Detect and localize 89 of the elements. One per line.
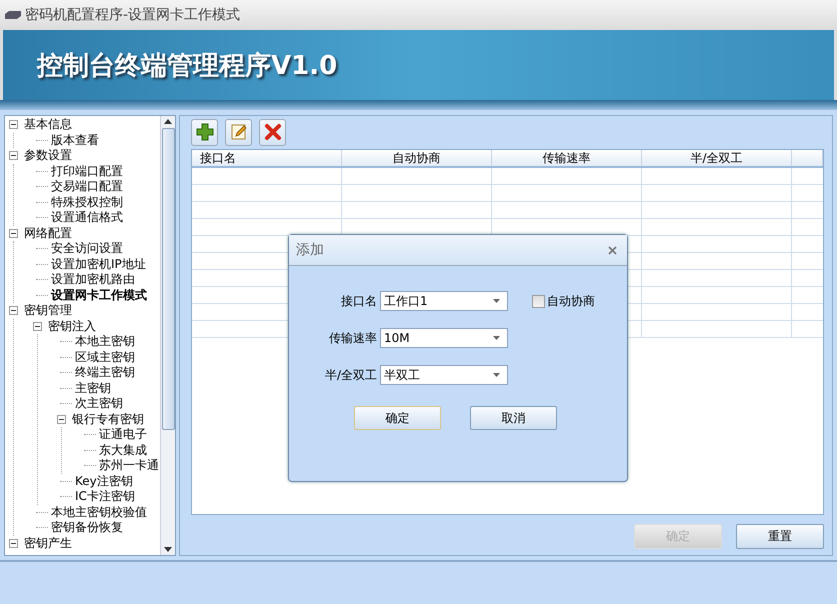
checkbox[interactable]: [532, 294, 545, 308]
column-header[interactable]: 传输速率: [492, 150, 642, 166]
plus-icon: [196, 123, 214, 141]
pencil-icon: [230, 123, 248, 141]
action-button[interactable]: 重置: [736, 524, 824, 549]
dialog-button[interactable]: 确定: [354, 406, 441, 430]
tree-item[interactable]: 安全访问设置: [51, 241, 123, 256]
banner-title: 控制台终端管理程序V1.0: [37, 50, 338, 82]
tree-item[interactable]: 终端主密钥: [75, 365, 135, 380]
tree-item[interactable]: 密钥管理: [24, 303, 72, 318]
collapse-icon[interactable]: [9, 306, 18, 316]
tree-item[interactable]: 打印端口配置: [51, 164, 123, 179]
tree-connector: [60, 496, 72, 498]
tree-connector: [36, 140, 48, 141]
close-icon[interactable]: [608, 246, 617, 254]
window-title: 密码机配置程序-设置网卡工作模式: [25, 6, 240, 24]
dialog-title: 添加: [296, 241, 324, 259]
tree-connector: [36, 186, 48, 188]
tree-item[interactable]: 设置加密机路由: [51, 272, 135, 288]
tree-connector: [36, 527, 48, 528]
field-label: 传输速率: [328, 330, 378, 346]
dropdown-arrow-icon[interactable]: [493, 373, 500, 377]
tree-connector: [60, 356, 72, 358]
tree-item[interactable]: 主密钥: [75, 380, 111, 396]
tree-item[interactable]: 银行专有密钥: [72, 412, 144, 427]
app-icon: [5, 11, 21, 19]
tree-item[interactable]: 版本查看: [51, 132, 99, 148]
collapse-icon[interactable]: [9, 538, 18, 548]
checkbox-label[interactable]: 自动协商: [547, 292, 595, 310]
add-button[interactable]: [191, 118, 218, 146]
dropdown-arrow-icon[interactable]: [493, 299, 500, 303]
scroll-down-icon[interactable]: [164, 547, 172, 552]
tree-connector: [60, 372, 72, 374]
dropdown-field[interactable]: 10M: [380, 328, 508, 348]
tree-connector: [60, 480, 72, 482]
edit-button[interactable]: [225, 118, 252, 146]
tree-connector: [36, 217, 48, 218]
tree-item[interactable]: 设置加密机IP地址: [51, 256, 146, 272]
scroll-thumb[interactable]: [162, 128, 174, 430]
collapse-icon[interactable]: [9, 151, 18, 160]
tree-item[interactable]: 特殊授权控制: [51, 194, 123, 210]
tree-item[interactable]: 区域主密钥: [75, 350, 135, 365]
delete-icon: [264, 123, 282, 141]
tree-item[interactable]: 证通电子: [99, 427, 147, 442]
scroll-up-icon[interactable]: [164, 119, 172, 124]
tree-item[interactable]: IC卡注密钥: [75, 489, 135, 504]
column-header[interactable]: 接口名: [192, 150, 342, 166]
scrollbar[interactable]: [160, 116, 175, 555]
tree-connector: [84, 450, 96, 451]
tree-connector: [36, 512, 48, 513]
tree-connector: [60, 388, 72, 389]
tree-item[interactable]: 网络配置: [24, 226, 72, 241]
tree-item[interactable]: 本地主密钥: [75, 334, 135, 350]
tree-item[interactable]: 基本信息: [24, 117, 72, 132]
dropdown-field[interactable]: 半双工: [380, 365, 508, 385]
tree-item[interactable]: 东大集成: [99, 442, 147, 458]
tree-connector: [36, 202, 48, 203]
field-label: 半/全双工: [324, 366, 378, 384]
tree-item[interactable]: 密钥产生: [24, 536, 72, 551]
tree-connector: [36, 170, 48, 172]
tree-item[interactable]: 密钥备份恢复: [51, 520, 123, 536]
collapse-icon[interactable]: [9, 228, 18, 238]
field-label: 接口名: [340, 292, 378, 310]
column-header[interactable]: 半/全双工: [642, 150, 792, 166]
tree-connector: [60, 403, 72, 404]
tree-item[interactable]: 次主密钥: [75, 396, 123, 412]
collapse-icon[interactable]: [9, 120, 18, 130]
tree-item[interactable]: 参数设置: [24, 148, 72, 164]
tree-item[interactable]: 本地主密钥校验值: [51, 504, 147, 520]
tree-connector: [36, 279, 48, 280]
dialog-button[interactable]: 取消: [470, 406, 557, 430]
dropdown-field[interactable]: 工作口1: [380, 291, 508, 311]
tree-connector: [84, 434, 96, 436]
tree-item[interactable]: 设置通信格式: [51, 210, 123, 226]
dropdown-arrow-icon[interactable]: [493, 336, 500, 340]
tree-connector: [36, 294, 48, 296]
tree-item[interactable]: Key注密钥: [75, 474, 133, 489]
collapse-icon[interactable]: [33, 322, 42, 331]
delete-button[interactable]: [259, 118, 286, 146]
tree-item[interactable]: 苏州一卡通: [99, 458, 159, 474]
column-header[interactable]: 自动协商: [342, 150, 492, 166]
tree-item[interactable]: 交易端口配置: [51, 179, 123, 194]
tree-item[interactable]: 设置网卡工作模式: [51, 288, 147, 303]
tree-connector: [60, 341, 72, 342]
tree-connector: [84, 465, 96, 466]
collapse-icon[interactable]: [57, 414, 66, 424]
tree-item[interactable]: 密钥注入: [48, 318, 96, 334]
tree-connector: [36, 248, 48, 250]
tree-connector: [36, 264, 48, 265]
